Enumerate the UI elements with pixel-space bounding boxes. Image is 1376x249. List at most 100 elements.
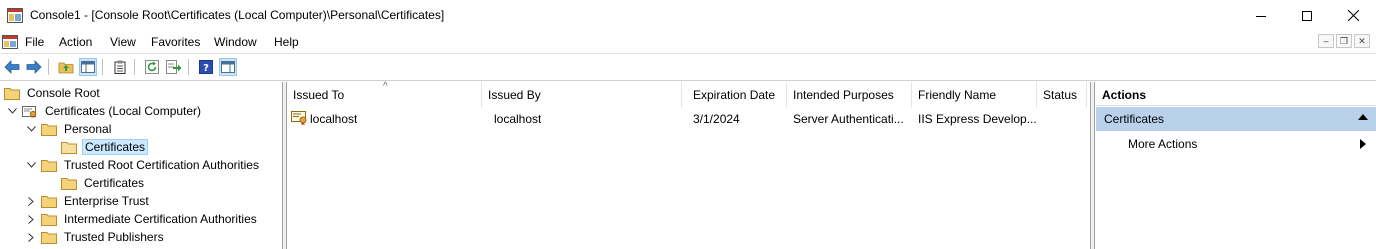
- back-arrow-icon: [4, 60, 20, 74]
- more-actions-label: More Actions: [1128, 137, 1198, 151]
- tree-label: Intermediate Certification Authorities: [64, 212, 257, 226]
- folder-icon: [41, 123, 57, 136]
- menu-action[interactable]: Action: [59, 35, 92, 49]
- console-tree: Console Root Certificates (Local Compute…: [0, 82, 283, 249]
- toolbar-separator: [188, 59, 189, 75]
- certificates-snapin-icon: [22, 105, 37, 118]
- menu-help[interactable]: Help: [274, 35, 299, 49]
- cell-friendly-name: IIS Express Develop...: [918, 112, 1036, 126]
- show-hide-console-tree-button[interactable]: [79, 58, 97, 76]
- tree-label: Console Root: [27, 86, 100, 100]
- export-list-icon: [166, 60, 182, 74]
- folder-icon: [41, 159, 57, 172]
- help-icon: ?: [199, 60, 213, 74]
- refresh-icon: [145, 60, 159, 74]
- column-header-label: Expiration Date: [693, 88, 776, 102]
- actions-header: Actions: [1096, 84, 1376, 106]
- close-icon: [1347, 10, 1359, 21]
- column-header-label: Status: [1043, 88, 1078, 102]
- maximize-button[interactable]: [1284, 0, 1330, 31]
- tree-item-trusted-publishers[interactable]: Trusted Publishers: [25, 228, 166, 246]
- minimize-icon: [1256, 15, 1266, 17]
- actions-section-label: Certificates: [1104, 112, 1165, 126]
- folder-open-icon: [61, 141, 77, 154]
- certificate-icon: [291, 111, 307, 126]
- submenu-arrow-icon: [1360, 139, 1366, 149]
- column-header-intended-purposes[interactable]: Intended Purposes: [787, 82, 912, 108]
- console-menu-icon[interactable]: [2, 34, 18, 50]
- column-header-label: Friendly Name: [918, 88, 997, 102]
- tree-label: Certificates: [84, 176, 145, 190]
- tree-label: Trusted Root Certification Authorities: [64, 158, 259, 172]
- tree-item-console-root[interactable]: Console Root: [4, 84, 102, 102]
- chevron-right-icon[interactable]: [25, 231, 37, 243]
- tree-label: Trusted Publishers: [64, 230, 164, 244]
- cell-expiration-date: 3/1/2024: [693, 112, 740, 126]
- cell-issued-by: localhost: [494, 112, 542, 126]
- menu-favorites[interactable]: Favorites: [151, 35, 200, 49]
- up-one-level-button[interactable]: [57, 58, 75, 76]
- show-hide-action-pane-button[interactable]: [219, 58, 237, 76]
- tree-item-certificates-local-computer[interactable]: Certificates (Local Computer): [6, 102, 203, 120]
- cell-issued-to: localhost: [310, 112, 358, 126]
- chevron-down-icon[interactable]: [25, 123, 37, 135]
- window-title: Console1 - [Console Root\Certificates (L…: [30, 8, 445, 22]
- chevron-right-icon[interactable]: [25, 213, 37, 225]
- column-header-label: Issued To: [293, 88, 345, 102]
- tree-label: Certificates (Local Computer): [45, 104, 202, 118]
- toolbar-separator: [134, 59, 135, 75]
- folder-icon: [61, 177, 77, 190]
- minimize-button[interactable]: [1238, 0, 1284, 31]
- folder-icon: [41, 213, 57, 226]
- tree-item-intermediate-ca[interactable]: Intermediate Certification Authorities: [25, 210, 259, 228]
- menu-view[interactable]: View: [110, 35, 136, 49]
- tree-item-enterprise-trust[interactable]: Enterprise Trust: [25, 192, 151, 210]
- menu-window[interactable]: Window: [214, 35, 257, 49]
- console-tree-icon: [81, 61, 95, 73]
- tree-label: Personal: [64, 122, 112, 136]
- forward-button[interactable]: [25, 58, 43, 76]
- clipboard-icon: [114, 60, 126, 74]
- mmc-app-icon: [7, 8, 23, 23]
- mdi-controls: – ❐ ✕: [1316, 34, 1370, 48]
- tree-item-trusted-root-ca[interactable]: Trusted Root Certification Authorities: [25, 156, 261, 174]
- tree-item-trusted-root-certificates[interactable]: Certificates: [61, 174, 146, 192]
- collapse-up-icon[interactable]: [1358, 114, 1368, 120]
- table-row[interactable]: localhost localhost 3/1/2024 Server Auth…: [287, 109, 1087, 129]
- forward-arrow-icon: [26, 60, 42, 74]
- tree-item-personal-certificates[interactable]: Certificates: [61, 138, 149, 156]
- menu-bar: File Action View Favorites Window Help –…: [0, 31, 1376, 53]
- tree-item-personal[interactable]: Personal: [25, 120, 113, 138]
- mdi-restore-button[interactable]: ❐: [1336, 34, 1352, 48]
- svg-text:?: ?: [203, 63, 209, 74]
- column-header-expiration-date[interactable]: Expiration Date: [687, 82, 787, 108]
- export-list-button[interactable]: [165, 58, 183, 76]
- tree-label: Certificates: [82, 139, 149, 155]
- folder-icon: [41, 231, 57, 244]
- column-header-status[interactable]: Status: [1037, 82, 1087, 108]
- chevron-down-icon[interactable]: [6, 105, 18, 117]
- mdi-minimize-button[interactable]: –: [1318, 34, 1334, 48]
- chevron-down-icon[interactable]: [25, 159, 37, 171]
- folder-up-icon: [58, 62, 74, 74]
- column-header-friendly-name[interactable]: Friendly Name: [912, 82, 1037, 108]
- column-header-label: Issued By: [488, 88, 541, 102]
- menu-file[interactable]: File: [25, 35, 44, 49]
- sort-ascending-icon: ^: [383, 81, 388, 92]
- chevron-right-icon[interactable]: [25, 195, 37, 207]
- toolbar-separator: [48, 59, 49, 75]
- help-button[interactable]: ?: [197, 58, 215, 76]
- more-actions-item[interactable]: More Actions: [1096, 133, 1376, 155]
- close-button[interactable]: [1330, 0, 1376, 31]
- actions-section-certificates[interactable]: Certificates: [1096, 107, 1376, 131]
- back-button[interactable]: [3, 58, 21, 76]
- column-header-issued-by[interactable]: Issued By: [482, 82, 682, 108]
- properties-button[interactable]: [111, 58, 129, 76]
- column-header-issued-to[interactable]: Issued To ^: [287, 81, 482, 108]
- refresh-button[interactable]: [143, 58, 161, 76]
- tree-label: Enterprise Trust: [64, 194, 149, 208]
- title-bar: Console1 - [Console Root\Certificates (L…: [0, 0, 1376, 31]
- action-pane-icon: [221, 61, 235, 73]
- certificate-list: Issued To ^ Issued By Expiration Date In…: [286, 81, 1091, 249]
- mdi-close-button[interactable]: ✕: [1354, 34, 1370, 48]
